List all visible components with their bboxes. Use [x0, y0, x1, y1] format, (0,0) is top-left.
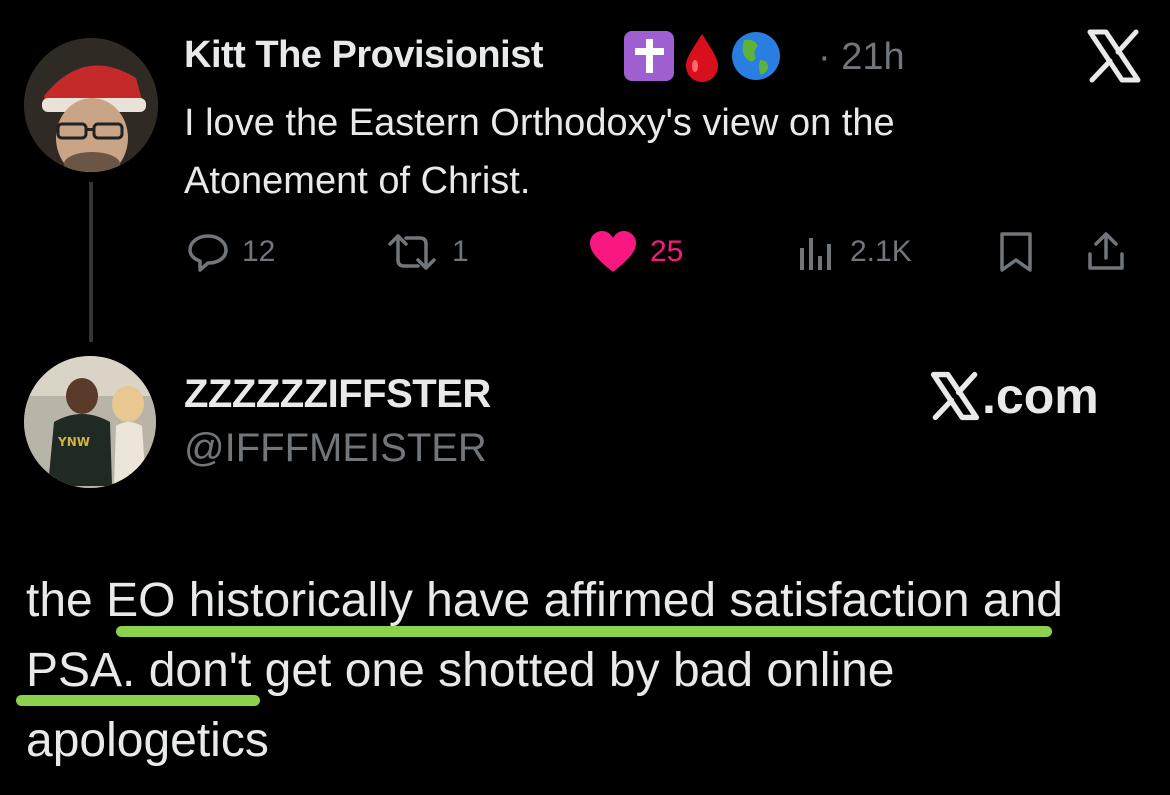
tweet-text: I love the Eastern Orthodoxy's view on t…	[184, 102, 895, 202]
latin-cross-emoji-icon	[624, 31, 674, 81]
repost-button[interactable]: 1	[384, 228, 469, 276]
reply-text: the EO historically have affirmed satisf…	[26, 574, 1063, 767]
reply-display-name[interactable]: ZZZZZZIFFSTER	[184, 372, 491, 417]
site-domain-label: .com	[982, 368, 1099, 424]
views-count: 2.1K	[850, 235, 912, 268]
svg-text:YNW: YNW	[57, 435, 90, 449]
highlight-underline	[16, 695, 260, 706]
highlight-underline	[116, 626, 1052, 637]
repost-count: 1	[452, 235, 469, 268]
reply-button[interactable]: 12	[186, 228, 275, 276]
post-time[interactable]: 21h	[841, 36, 904, 78]
share-button[interactable]	[1084, 228, 1128, 276]
author-name[interactable]: Kitt The Provisionist	[184, 34, 543, 77]
separator-dot: ·	[818, 36, 831, 78]
reply-icon	[188, 234, 228, 272]
bookmark-icon	[1000, 232, 1032, 272]
globe-americas-emoji-icon	[732, 32, 780, 80]
x-dot-com-watermark: .com	[930, 366, 1099, 426]
bookmark-button[interactable]	[996, 228, 1036, 276]
reply-count: 12	[242, 235, 276, 268]
avatar-photo: YNW	[24, 356, 156, 488]
thread-connector-line	[89, 182, 93, 342]
views-button[interactable]: 2.1K	[794, 228, 912, 276]
x-logo-icon	[1087, 29, 1141, 83]
author-avatar[interactable]	[24, 38, 158, 172]
like-count: 25	[650, 235, 684, 268]
x-logo-icon	[930, 371, 980, 421]
repost-icon	[388, 234, 436, 270]
reply-author-avatar[interactable]: YNW	[24, 356, 156, 488]
name-badges	[624, 30, 782, 82]
reply-handle[interactable]: @IFFFMEISTER	[184, 426, 487, 471]
drop-of-blood-emoji-icon	[686, 34, 718, 82]
avatar-photo	[24, 38, 158, 172]
share-icon	[1088, 232, 1124, 270]
heart-icon	[590, 231, 636, 272]
views-icon	[800, 238, 831, 270]
like-button[interactable]: 25	[588, 228, 683, 276]
